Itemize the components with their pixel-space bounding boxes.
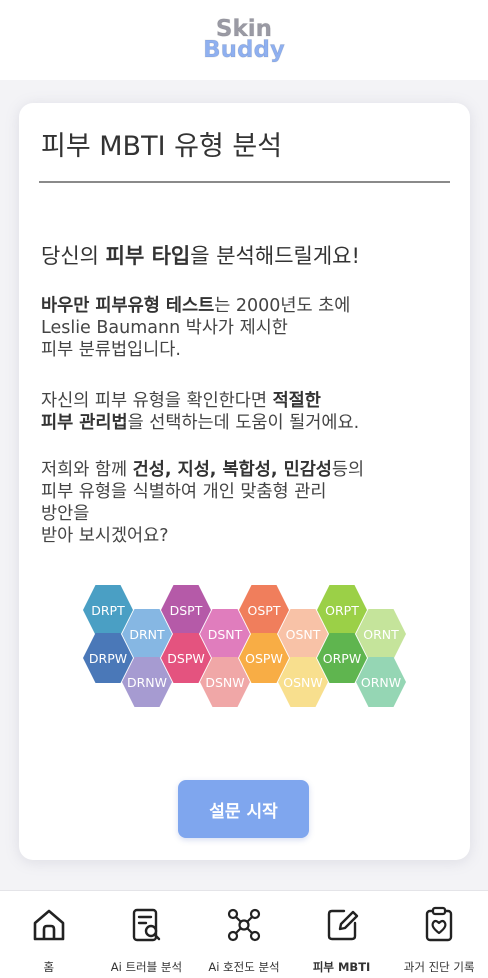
intro-post: 을 분석해드릴게요! <box>190 244 360 268</box>
nav-item-history[interactable]: 과거 진단 기록 <box>394 905 484 975</box>
nav-label-skin-mbti: 피부 MBTI <box>312 960 371 974</box>
para2-bold1: 적절한 <box>272 391 321 411</box>
para3-pre: 저희와 함께 <box>41 460 133 480</box>
sep2: , <box>209 460 223 480</box>
para3-line2: 피부 유형을 식별하여 개인 맞춤형 관리 <box>41 482 327 502</box>
nav-label-ai-improvement: Ai 호전도 분석 <box>208 960 280 974</box>
skin-type-oily: 지성 <box>177 460 210 480</box>
intro-pre: 당신의 <box>41 244 106 268</box>
bottom-navigation: 홈 Ai 트러블 분석 Ai 호전도 분석 피부 MBTI 과거 진단 기록 <box>0 890 488 978</box>
molecule-icon <box>227 908 261 942</box>
skin-type-sensitive: 민감성 <box>283 460 332 480</box>
skin-type-combination: 복합성 <box>222 460 271 480</box>
edit-document-icon <box>327 909 358 941</box>
benefit-description: 자신의 피부 유형을 확인한다면 적절한피부 관리법을 선택하는데 도움이 될거… <box>41 390 456 434</box>
intro-bold: 피부 타입 <box>105 244 191 268</box>
para1-line2: Leslie Baumann 박사가 제시한 <box>41 318 288 338</box>
nav-item-home[interactable]: 홈 <box>4 905 94 975</box>
document-search-icon <box>133 908 161 942</box>
page-title: 피부 MBTI 유형 분석 <box>41 131 283 162</box>
skin-type-hexagon-grid: DRPT DRNT DRPW DRNW DSPT DSNT DSPW DSNW … <box>81 585 411 715</box>
para3-post: 등의 <box>331 460 365 480</box>
invitation-description: 저희와 함께 건성, 지성, 복합성, 민감성등의 피부 유형을 식별하여 개인 … <box>41 459 456 547</box>
para2-bold2: 피부 관리법 <box>41 413 128 433</box>
nav-item-ai-trouble[interactable]: Ai 트러블 분석 <box>101 905 191 975</box>
nav-label-ai-trouble: Ai 트러블 분석 <box>110 960 183 974</box>
baumann-description: 바우만 피부유형 테스트는 2000년도 초에 Leslie Baumann 박사… <box>41 295 456 361</box>
app-header: Skin Buddy <box>0 0 488 80</box>
nav-label-home: 홈 <box>43 960 55 974</box>
para3-line4: 받아 보시겠어요? <box>41 526 169 546</box>
skin-type-dry: 건성 <box>132 460 165 480</box>
logo-text-buddy: Buddy <box>203 37 286 63</box>
skin-buddy-logo[interactable]: Skin Buddy <box>203 17 286 63</box>
intro-text: 당신의 피부 타입을 분석해드릴게요! <box>41 240 456 270</box>
mbti-intro-card: 피부 MBTI 유형 분석 당신의 피부 타입을 분석해드릴게요! 바우만 피부… <box>19 103 470 860</box>
para2-post: 을 선택하는데 도움이 될거에요. <box>127 413 360 433</box>
para1-post: 는 2000년도 초에 <box>214 296 351 316</box>
sep1: , <box>164 460 178 480</box>
title-divider <box>39 181 450 183</box>
nav-item-ai-improvement[interactable]: Ai 호전도 분석 <box>199 905 289 975</box>
para3-line3: 방안을 <box>41 504 90 524</box>
home-icon <box>33 909 65 941</box>
start-survey-button[interactable]: 설문 시작 <box>178 780 309 838</box>
nav-label-history: 과거 진단 기록 <box>403 960 475 974</box>
para2-pre: 자신의 피부 유형을 확인한다면 <box>41 391 273 411</box>
nav-item-skin-mbti[interactable]: 피부 MBTI <box>297 905 387 975</box>
para1-line3: 피부 분류법입니다. <box>41 340 181 360</box>
baumann-test-name: 바우만 피부유형 테스트 <box>41 296 215 316</box>
sep3: , <box>270 460 284 480</box>
medical-clipboard-icon <box>425 906 453 942</box>
